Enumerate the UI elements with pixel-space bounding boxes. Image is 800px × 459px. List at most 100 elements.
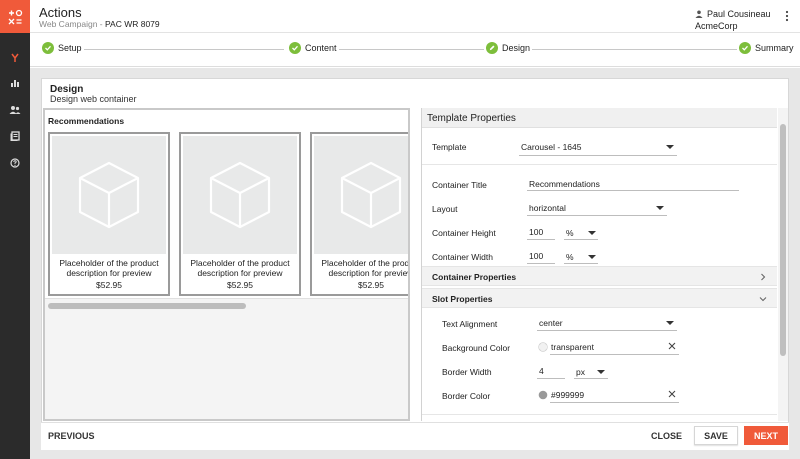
layout-label: Layout	[432, 204, 458, 214]
next-button[interactable]: NEXT	[744, 426, 788, 445]
logo-icon	[8, 9, 23, 24]
layout-select[interactable]: horizontal	[529, 203, 566, 213]
cube-icon	[340, 161, 402, 229]
book-icon[interactable]	[7, 128, 23, 144]
divider	[45, 298, 408, 299]
container-width-input[interactable]: 100	[529, 251, 543, 261]
border-width-input[interactable]: 4	[539, 366, 544, 376]
container-properties-section[interactable]: Container Properties	[422, 266, 777, 286]
close-button[interactable]: CLOSE	[651, 431, 682, 441]
save-button[interactable]: SAVE	[694, 426, 738, 445]
app-header: Actions Web Campaign - PAC WR 8079 Paul …	[30, 0, 800, 33]
step-label: Setup	[58, 43, 82, 53]
divider	[422, 414, 777, 415]
product-tile[interactable]: Placeholder of the product description f…	[310, 132, 408, 296]
product-price: $52.95	[358, 280, 384, 290]
border-width-unit-select[interactable]: px	[576, 367, 585, 377]
chevron-down-icon[interactable]	[588, 231, 596, 235]
step-design[interactable]: Design	[484, 42, 533, 54]
underline	[550, 354, 679, 355]
clear-icon[interactable]	[668, 390, 676, 398]
help-circle-icon[interactable]	[7, 155, 23, 171]
design-subtitle: Design web container	[50, 94, 137, 104]
chevron-down-icon[interactable]	[666, 145, 674, 149]
chevron-down-icon[interactable]	[588, 255, 596, 259]
cube-icon	[209, 161, 271, 229]
border-width-label: Border Width	[442, 367, 492, 377]
section-title: Container Properties	[432, 272, 517, 282]
underline	[519, 155, 677, 156]
template-label: Template	[432, 142, 467, 152]
chevron-down-icon[interactable]	[656, 206, 664, 210]
section-title: Slot Properties	[432, 294, 493, 304]
slot-properties-section[interactable]: Slot Properties	[422, 288, 777, 308]
container-title-input[interactable]: Recommendations	[529, 179, 600, 189]
user-name[interactable]: Paul Cousineau	[707, 9, 771, 19]
product-price: $52.95	[96, 280, 122, 290]
stepper-line	[334, 49, 484, 50]
product-image-placeholder	[52, 136, 166, 254]
left-rail	[0, 0, 30, 459]
product-tile[interactable]: Placeholder of the product description f…	[48, 132, 170, 296]
container-height-input[interactable]: 100	[529, 227, 543, 237]
text-alignment-label: Text Alignment	[442, 319, 498, 329]
bar-chart-icon[interactable]	[7, 75, 23, 91]
horizontal-scrollbar[interactable]	[48, 303, 246, 309]
product-tile[interactable]: Placeholder of the product description f…	[179, 132, 301, 296]
background-color-input[interactable]: transparent	[551, 342, 594, 352]
height-unit-select[interactable]: %	[566, 228, 574, 238]
underline	[537, 378, 565, 379]
underline	[550, 402, 679, 403]
app-logo[interactable]	[0, 0, 30, 33]
footer-bar: PREVIOUS CLOSE SAVE NEXT	[41, 422, 789, 450]
preview-panel: Recommendations Placeholder of the produ…	[43, 108, 410, 421]
product-description: Placeholder of the product description f…	[190, 258, 290, 278]
chevron-down-icon[interactable]	[597, 370, 605, 374]
chevron-down-icon	[759, 297, 767, 302]
check-icon	[42, 42, 54, 54]
width-unit-select[interactable]: %	[566, 252, 574, 262]
subtitle-type: Web Campaign -	[39, 19, 105, 29]
text-alignment-select[interactable]: center	[539, 318, 563, 328]
border-color-label: Border Color	[442, 391, 491, 401]
chevron-down-icon[interactable]	[666, 321, 674, 325]
underline	[574, 378, 608, 379]
template-select[interactable]: Carousel - 1645	[521, 142, 581, 152]
preview-title: Recommendations	[48, 116, 125, 126]
background-color-label: Background Color	[442, 343, 511, 353]
progress-stepper: Setup Content Design Summary	[30, 33, 800, 67]
container-title-label: Container Title	[432, 180, 487, 190]
underline	[564, 239, 598, 240]
color-swatch-icon[interactable]	[538, 390, 548, 400]
user-icon	[695, 10, 703, 18]
container-height-label: Container Height	[432, 228, 496, 238]
check-icon	[289, 42, 301, 54]
properties-header: Template Properties	[422, 108, 777, 128]
org-name: AcmeCorp	[695, 21, 738, 31]
step-setup[interactable]: Setup	[40, 42, 84, 54]
step-content[interactable]: Content	[287, 42, 339, 54]
people-icon[interactable]	[7, 102, 23, 118]
clear-icon[interactable]	[668, 342, 676, 350]
check-icon	[739, 42, 751, 54]
underline	[564, 263, 598, 264]
page-title: Actions	[39, 5, 82, 20]
border-color-input[interactable]: #999999	[551, 390, 584, 400]
chevron-right-icon	[761, 273, 766, 281]
cube-icon	[78, 161, 140, 229]
underline	[527, 239, 555, 240]
vertical-scrollbar[interactable]	[780, 124, 786, 356]
page-subtitle: Web Campaign - PAC WR 8079	[39, 19, 160, 29]
fork-icon[interactable]	[7, 50, 23, 66]
container-width-label: Container Width	[432, 252, 493, 262]
step-summary[interactable]: Summary	[737, 42, 796, 54]
step-label: Design	[502, 43, 531, 53]
previous-button[interactable]: PREVIOUS	[48, 431, 95, 441]
transparent-swatch-icon[interactable]	[538, 342, 548, 352]
more-options-icon[interactable]	[785, 10, 789, 22]
underline	[527, 215, 667, 216]
step-label: Content	[305, 43, 337, 53]
stepper-line	[532, 49, 742, 50]
underline	[537, 330, 677, 331]
template-properties-panel: Template Properties Template Carousel - …	[421, 108, 777, 421]
